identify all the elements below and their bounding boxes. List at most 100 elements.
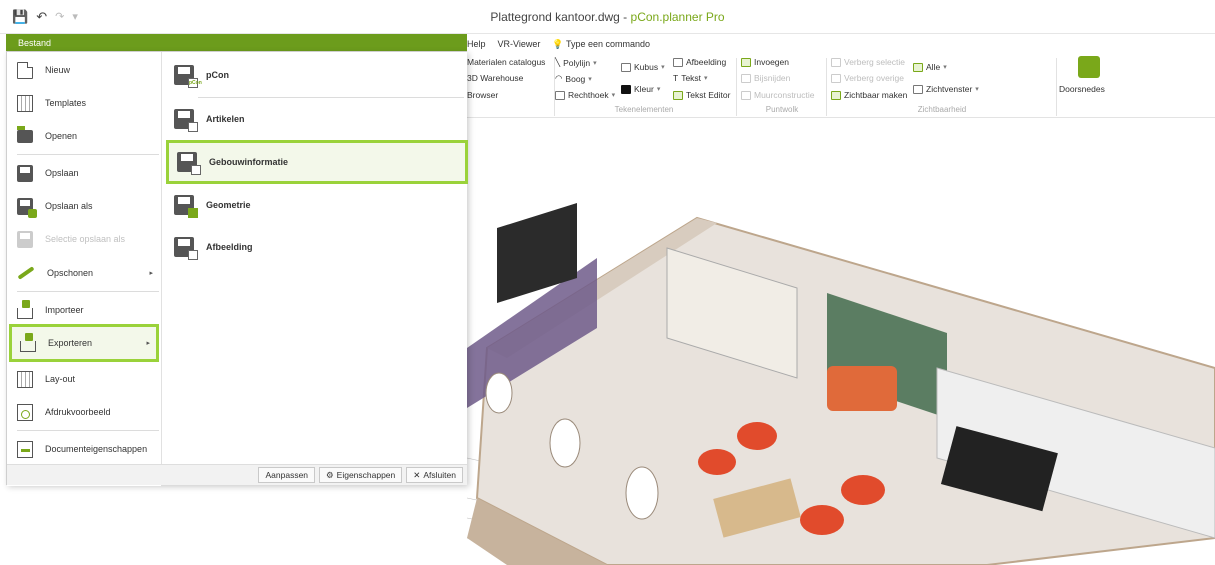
3d-viewport[interactable] (467, 118, 1215, 565)
image-icon (673, 57, 683, 67)
templates-icon (17, 94, 33, 112)
group-title: Tekenelementen (614, 105, 674, 114)
menu-divider (17, 291, 159, 292)
image-button[interactable]: Afbeelding (673, 57, 726, 67)
cube-button[interactable]: Kubus ▾ (621, 62, 665, 72)
ribbon-group-zichtbaarheid: Verberg selectie Verberg overige Zichtba… (831, 54, 1057, 116)
command-search[interactable]: 💡 Type een commando (552, 39, 650, 50)
gear-icon: ⚙ (326, 469, 334, 480)
print-preview-icon (17, 403, 33, 421)
window-title: Plattegrond kantoor.dwg - pCon.planner P… (490, 10, 725, 24)
menu-item-cleanup[interactable]: Opschonen ▸ (9, 256, 159, 290)
hide-others-icon (831, 73, 841, 83)
menu-item-layout[interactable]: Lay-out (9, 362, 159, 396)
chevron-down-icon: ▾ (593, 59, 597, 67)
lightbulb-icon: 💡 (552, 38, 564, 49)
chevron-down-icon: ▾ (661, 64, 665, 71)
save-as-icon (17, 197, 37, 218)
file-menu: Nieuw Templates Openen Opslaan Opslaan a… (6, 51, 468, 486)
menu-item-print-preview[interactable]: Afdrukvoorbeeld (9, 395, 159, 429)
chevron-down-icon: ▾ (611, 92, 616, 99)
ribbon-group-sections: Doorsnedes (1059, 54, 1119, 116)
text-editor-icon (673, 90, 683, 100)
3d-warehouse-button[interactable]: 3D Warehouse (467, 73, 523, 83)
chevron-down-icon: ▾ (704, 75, 708, 82)
text-editor-button[interactable]: Tekst Editor (673, 90, 730, 100)
arc-button[interactable]: ◠ Boog ▾ (555, 73, 592, 84)
sections-icon[interactable] (1078, 56, 1100, 78)
rectangle-button[interactable]: Rechthoek ▾ (555, 90, 615, 100)
ribbon-group-puntwolk: Invoegen Bijsnijden Muurconstructie Punt… (741, 54, 827, 116)
tab-help[interactable]: Help (467, 39, 486, 49)
menu-item-templates[interactable]: Templates (9, 86, 159, 120)
submenu-item-geometry[interactable]: Geometrie (166, 184, 468, 226)
hide-others-button[interactable]: Verberg overige (831, 73, 904, 83)
crop-button[interactable]: Bijsnijden (741, 73, 790, 83)
tab-vr-viewer[interactable]: VR-Viewer (498, 39, 541, 49)
image-file-icon (174, 237, 198, 260)
submenu-item-pcon[interactable]: pCon pCon (166, 54, 468, 96)
menu-item-save[interactable]: Opslaan (9, 156, 159, 190)
ribbon: Materialen catalogus 3D Warehouse Browse… (467, 54, 1215, 118)
hide-selection-icon (831, 57, 841, 67)
file-menu-footer: Aanpassen ⚙ Eigenschappen ✕ Afsluiten (7, 464, 467, 485)
chevron-down-icon: ▾ (588, 75, 592, 83)
hide-selection-button[interactable]: Verberg selectie (831, 57, 905, 67)
submenu-item-image[interactable]: Afbeelding (166, 226, 468, 268)
rectangle-icon (555, 90, 565, 100)
make-visible-icon (831, 90, 841, 100)
file-menu-left-pane: Nieuw Templates Openen Opslaan Opslaan a… (7, 52, 161, 486)
properties-button[interactable]: ⚙ Eigenschappen (319, 467, 403, 483)
wall-construction-button[interactable]: Muurconstructie (741, 90, 814, 100)
insert-button[interactable]: Invoegen (741, 57, 789, 67)
menu-item-export[interactable]: Exporteren ▸ (9, 324, 159, 362)
polyline-button[interactable]: ╲ Polylijn ▾ (555, 57, 597, 68)
new-document-icon (17, 61, 33, 79)
crop-icon (741, 73, 751, 83)
chevron-right-icon: ▸ (146, 340, 150, 347)
view-window-dropdown[interactable]: Zichtvenster ▾ (913, 84, 979, 94)
group-separator (736, 58, 737, 116)
menu-item-save-as[interactable]: Opslaan als (9, 189, 159, 223)
menu-item-import[interactable]: Importeer (9, 293, 159, 327)
export-icon (20, 332, 36, 352)
chevron-down-icon: ▾ (656, 86, 661, 93)
all-dropdown[interactable]: Alle ▾ (913, 62, 947, 72)
menu-item-open[interactable]: Openen (9, 119, 159, 153)
sections-button[interactable]: Doorsnedes (1059, 84, 1105, 94)
menu-item-document-properties[interactable]: Documenteigenschappen (9, 432, 159, 466)
menu-item-new[interactable]: Nieuw (9, 53, 159, 87)
materials-catalog-button[interactable]: Materialen catalogus (467, 57, 545, 67)
close-button[interactable]: ✕ Afsluiten (406, 467, 463, 483)
layout-icon (17, 370, 33, 388)
cube-icon (621, 62, 631, 72)
submenu-item-building-info[interactable]: Gebouwinformatie (166, 140, 468, 184)
file-menu-header[interactable]: Bestand (6, 34, 467, 51)
document-properties-icon (17, 440, 33, 458)
chevron-down-icon: ▾ (943, 64, 947, 71)
make-visible-button[interactable]: Zichtbaar maken (831, 90, 907, 100)
arc-icon: ◠ (555, 73, 563, 83)
open-folder-icon (17, 125, 33, 143)
chevron-right-icon: ▸ (149, 270, 153, 277)
menu-item-save-selection[interactable]: Selectie opslaan als (9, 222, 159, 256)
close-icon: ✕ (413, 469, 421, 480)
customize-button[interactable]: Aanpassen (258, 467, 316, 483)
color-button[interactable]: Kleur ▾ (621, 84, 660, 94)
ribbon-group-catalog: Materialen catalogus 3D Warehouse Browse… (467, 54, 555, 116)
export-submenu: pCon pCon Artikelen Gebouwinformatie Geom… (161, 52, 468, 464)
pcon-file-icon: pCon (174, 65, 202, 88)
text-button[interactable]: T Tekst ▾ (673, 73, 708, 83)
text-icon: T (673, 73, 679, 83)
ribbon-group-tekenelementen: ╲ Polylijn ▾ ◠ Boog ▾ Rechthoek ▾ Kubus ▾ Kleu… (555, 54, 737, 116)
view-window-icon (913, 84, 923, 94)
polyline-icon: ╲ (555, 57, 561, 67)
group-title: Zichtbaarheid (917, 105, 967, 114)
save-icon (17, 164, 33, 182)
browser-button[interactable]: Browser (467, 90, 498, 100)
menu-divider (17, 154, 159, 155)
chevron-down-icon: ▾ (975, 86, 979, 93)
submenu-item-articles[interactable]: Artikelen (166, 98, 468, 140)
wall-icon (741, 90, 751, 100)
group-title: Puntwolk (765, 105, 799, 114)
